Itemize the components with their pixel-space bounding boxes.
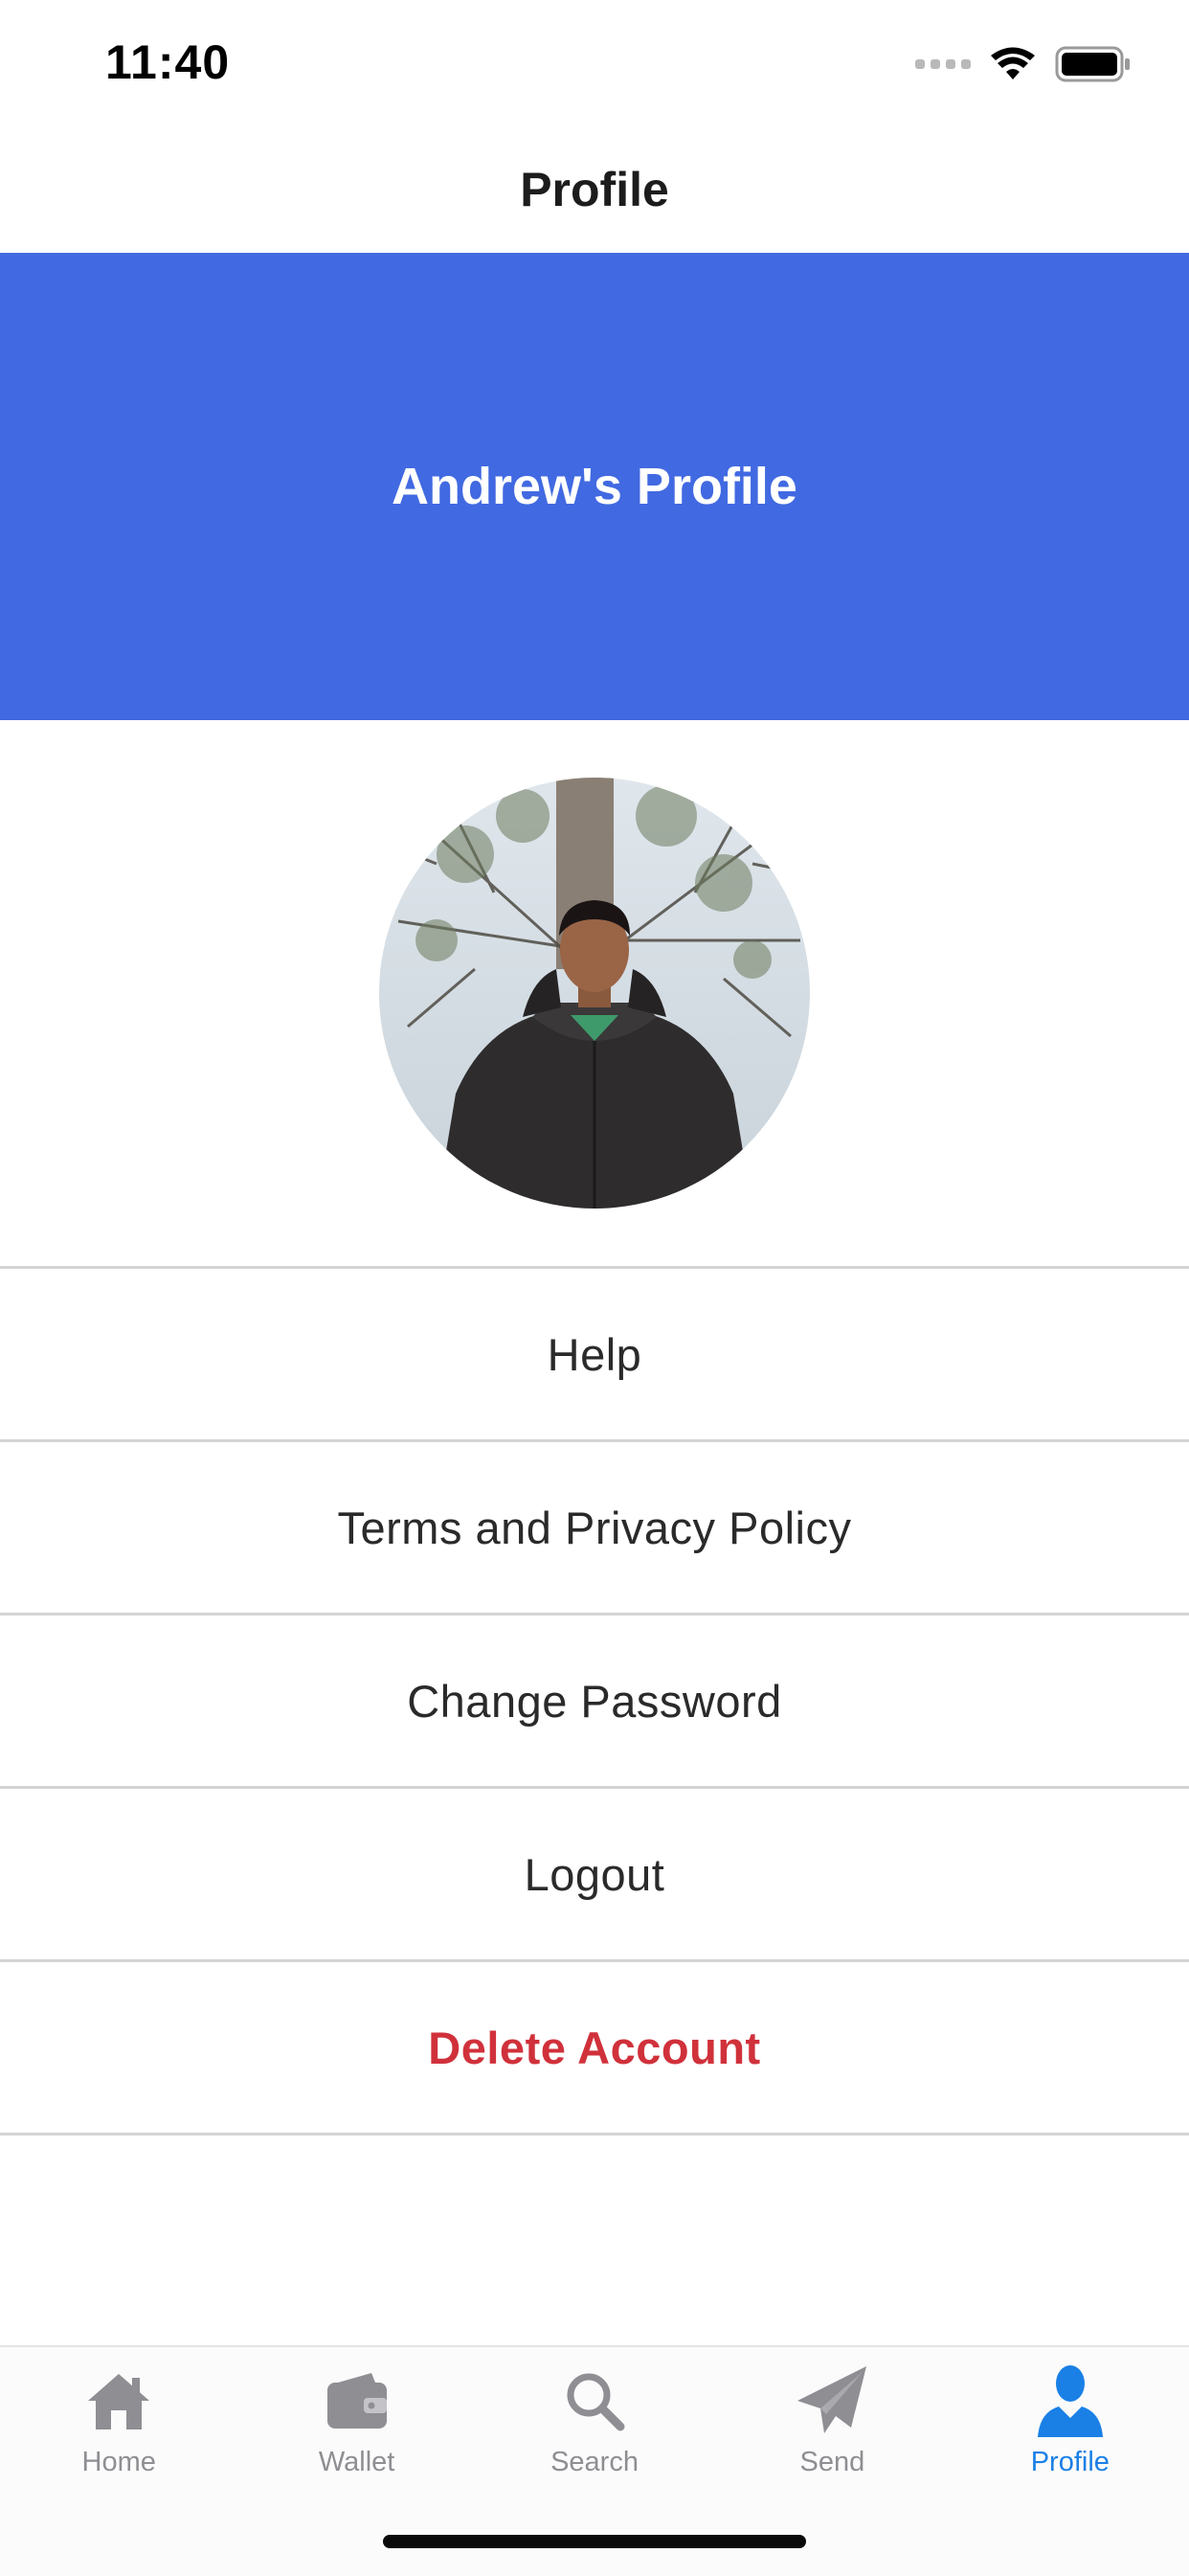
settings-menu: Help Terms and Privacy Policy Change Pas… (0, 1266, 1189, 2135)
terms-privacy-label: Terms and Privacy Policy (337, 1502, 852, 1553)
change-password-button[interactable]: Change Password (0, 1616, 1189, 1789)
home-indicator[interactable] (383, 2535, 806, 2548)
delete-account-button[interactable]: Delete Account (0, 1962, 1189, 2135)
tab-wallet-label: Wallet (318, 2447, 395, 2477)
profile-banner: Andrew's Profile (0, 253, 1189, 720)
status-icons (915, 44, 1132, 84)
help-button[interactable]: Help (0, 1269, 1189, 1442)
cellular-signal-icon (915, 59, 971, 69)
tab-search[interactable]: Search (476, 2347, 713, 2506)
profile-banner-title: Andrew's Profile (392, 458, 797, 515)
avatar-photo (379, 778, 810, 1209)
send-icon (794, 2362, 870, 2439)
tab-profile[interactable]: Profile (952, 2347, 1189, 2506)
help-label: Help (547, 1328, 642, 1380)
tab-search-label: Search (550, 2447, 639, 2477)
tab-profile-label: Profile (1030, 2447, 1110, 2477)
tab-send[interactable]: Send (713, 2347, 951, 2506)
home-icon (80, 2362, 157, 2439)
tab-bar: Home Wallet Search Send Profile (0, 2345, 1189, 2576)
tab-send-label: Send (799, 2447, 865, 2477)
wallet-icon (319, 2362, 395, 2439)
logout-button[interactable]: Logout (0, 1789, 1189, 1962)
delete-account-label: Delete Account (428, 2022, 761, 2073)
page-title: Profile (520, 163, 669, 216)
logout-label: Logout (524, 1848, 665, 1900)
tab-home-label: Home (81, 2447, 156, 2477)
status-time: 11:40 (105, 35, 231, 89)
wifi-icon (991, 47, 1035, 79)
tab-home[interactable]: Home (0, 2347, 237, 2506)
battery-icon (1055, 46, 1130, 82)
search-icon (556, 2362, 633, 2439)
status-bar: 11:40 (0, 0, 1189, 126)
navigation-bar: Profile (0, 126, 1189, 253)
avatar[interactable] (379, 778, 810, 1209)
terms-privacy-button[interactable]: Terms and Privacy Policy (0, 1442, 1189, 1616)
change-password-label: Change Password (407, 1675, 782, 1727)
tab-wallet[interactable]: Wallet (237, 2347, 475, 2506)
profile-icon (1032, 2362, 1109, 2439)
